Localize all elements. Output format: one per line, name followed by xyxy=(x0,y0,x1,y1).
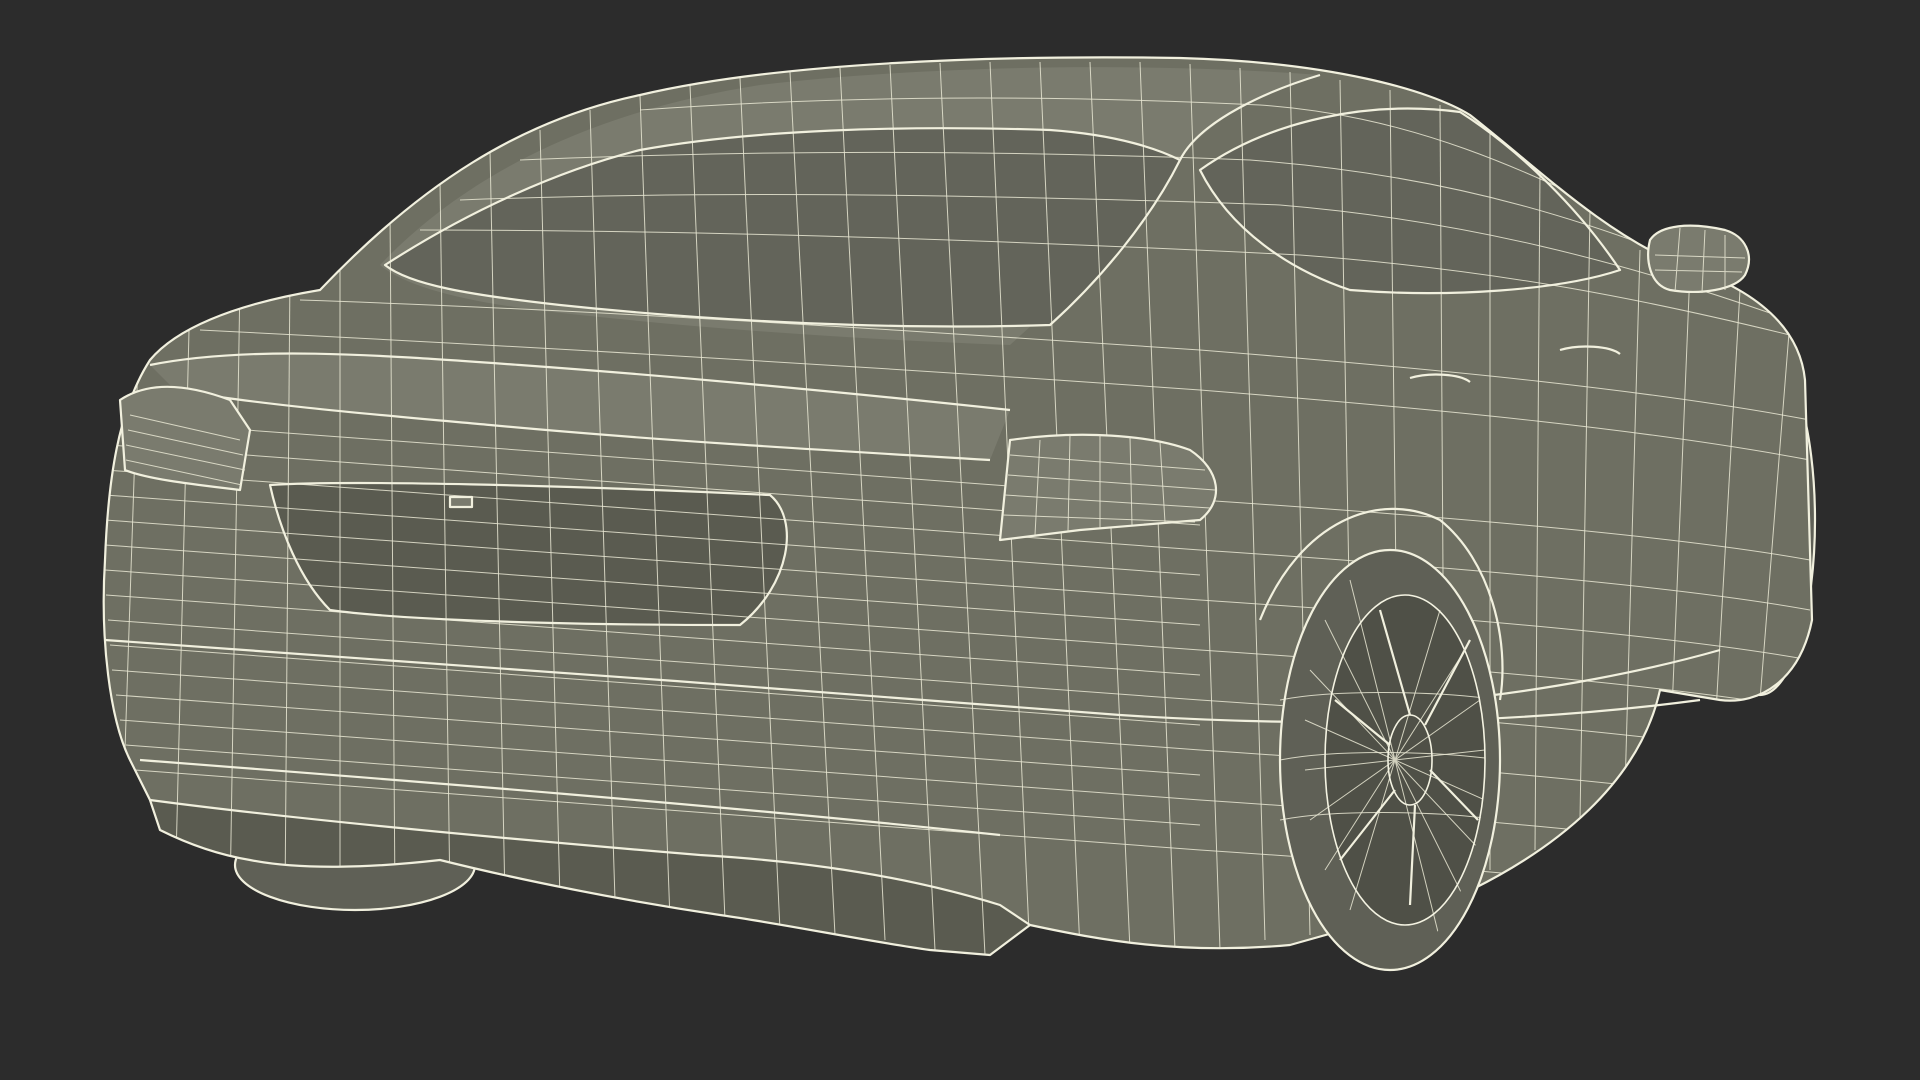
render-viewport xyxy=(0,0,1920,1080)
side-mirror xyxy=(1647,224,1750,294)
rear-camera xyxy=(448,495,474,509)
car-wireframe-render xyxy=(102,56,1817,972)
tail-light-left xyxy=(118,385,252,492)
